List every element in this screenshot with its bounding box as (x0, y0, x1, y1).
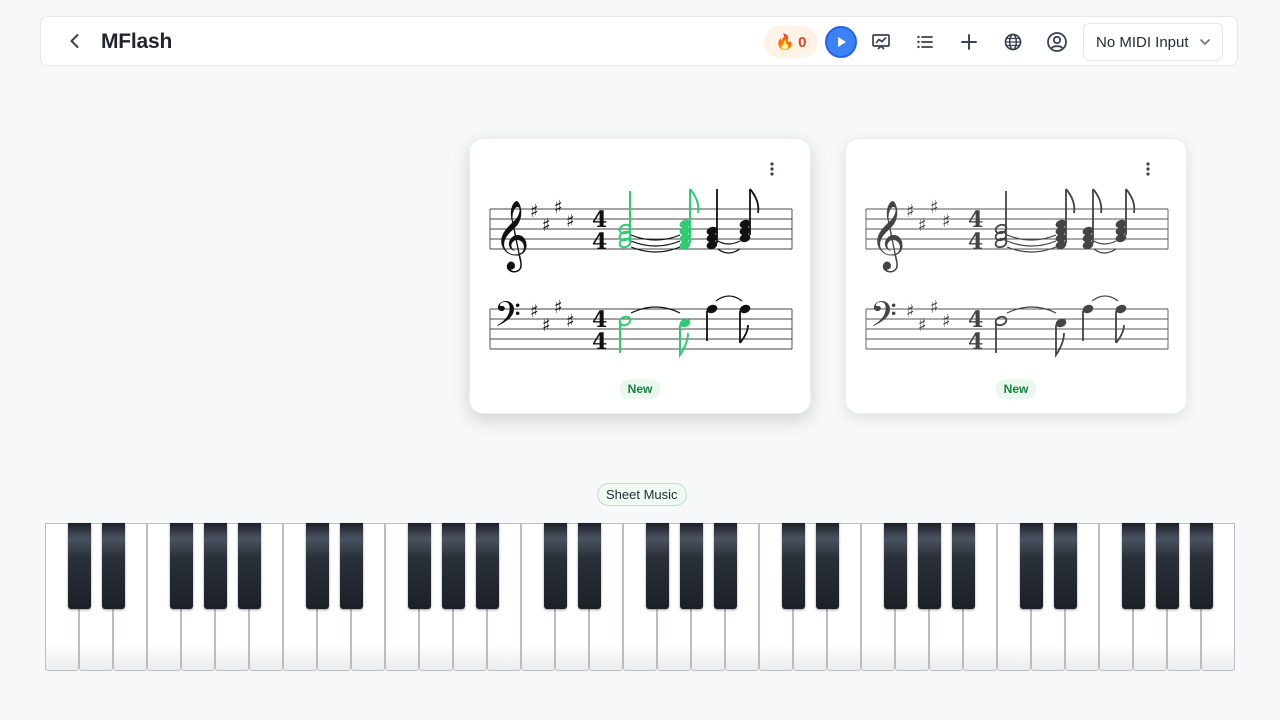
svg-text:♯: ♯ (918, 215, 927, 236)
svg-text:4: 4 (968, 329, 983, 355)
top-bar: MFlash 🔥 0 No MIDI Input (40, 16, 1238, 66)
svg-text:4: 4 (592, 229, 607, 255)
add-button[interactable] (957, 30, 981, 54)
play-icon (838, 37, 846, 47)
svg-text:♯: ♯ (530, 201, 539, 222)
flashcard-next[interactable]: 𝄞 𝄢 ♯ ♯ ♯ ♯ ♯ ♯ ♯ ♯ 44 44 New (845, 138, 1187, 414)
svg-text:♯: ♯ (930, 297, 939, 318)
svg-text:♯: ♯ (566, 311, 575, 332)
svg-text:♯: ♯ (906, 301, 915, 322)
piano-black-key[interactable] (102, 523, 125, 609)
svg-text:♯: ♯ (542, 215, 551, 236)
streak-count: 0 (798, 33, 807, 51)
account-button[interactable] (1045, 30, 1069, 54)
app-title: MFlash (101, 30, 173, 53)
piano-black-key[interactable] (816, 523, 839, 609)
piano-keyboard[interactable] (45, 523, 1235, 672)
piano-black-key[interactable] (884, 523, 907, 609)
piano-black-key[interactable] (204, 523, 227, 609)
list-icon (917, 35, 933, 49)
svg-text:♯: ♯ (554, 197, 563, 218)
sheet-music-score: 𝄞 𝄢 ♯♯♯♯ ♯♯♯♯ 44 44 (489, 188, 793, 359)
midi-input-select[interactable]: No MIDI Input (1083, 23, 1223, 61)
back-button[interactable] (63, 29, 87, 53)
piano-black-key[interactable] (238, 523, 261, 609)
svg-text:♯: ♯ (942, 211, 951, 232)
more-vertical-icon (1146, 162, 1150, 176)
midi-input-label: No MIDI Input (1096, 33, 1189, 51)
svg-text:♯: ♯ (554, 297, 563, 318)
card-status-badge: New (619, 379, 661, 399)
treble-clef-icon: 𝄞 (494, 200, 529, 272)
play-button[interactable] (825, 26, 857, 58)
more-vertical-icon (770, 162, 774, 176)
piano-black-key[interactable] (680, 523, 703, 609)
chart-button[interactable] (869, 30, 893, 54)
card-status-badge: New (995, 379, 1037, 399)
piano-black-key[interactable] (918, 523, 941, 609)
chevron-left-icon (70, 34, 79, 48)
piano-black-key[interactable] (952, 523, 975, 609)
svg-text:♯: ♯ (918, 315, 927, 336)
list-button[interactable] (913, 30, 937, 54)
piano-black-key[interactable] (170, 523, 193, 609)
piano-black-key[interactable] (340, 523, 363, 609)
svg-text:4: 4 (968, 229, 983, 255)
chevron-down-icon (1200, 39, 1210, 45)
svg-text:4: 4 (592, 329, 607, 355)
bass-clef-icon: 𝄢 (870, 294, 897, 343)
user-icon (1047, 32, 1067, 52)
globe-icon (1004, 33, 1022, 51)
piano-black-key[interactable] (306, 523, 329, 609)
flame-icon: 🔥 (775, 33, 795, 51)
sheet-music-badge[interactable]: Sheet Music (597, 483, 687, 506)
language-button[interactable] (1001, 30, 1025, 54)
piano-black-key[interactable] (714, 523, 737, 609)
plus-icon (961, 34, 977, 50)
streak-badge[interactable]: 🔥 0 (764, 26, 818, 58)
svg-text:♯: ♯ (542, 315, 551, 336)
treble-clef-icon: 𝄞 (870, 200, 905, 272)
bass-clef-icon: 𝄢 (494, 294, 521, 343)
piano-black-key[interactable] (476, 523, 499, 609)
piano-black-key[interactable] (68, 523, 91, 609)
card-menu-button[interactable] (764, 159, 780, 179)
chart-icon (872, 34, 890, 50)
piano-black-key[interactable] (646, 523, 669, 609)
sheet-music-score: 𝄞 𝄢 ♯♯♯♯ ♯♯♯♯ 44 44 (865, 188, 1169, 358)
svg-text:♯: ♯ (566, 211, 575, 232)
piano-black-key[interactable] (1156, 523, 1179, 609)
piano-black-key[interactable] (442, 523, 465, 609)
piano-black-key[interactable] (578, 523, 601, 609)
svg-text:♯: ♯ (906, 201, 915, 222)
svg-text:♯: ♯ (930, 197, 939, 218)
piano-black-key[interactable] (1020, 523, 1043, 609)
piano-black-key[interactable] (544, 523, 567, 609)
flashcard-current[interactable]: 𝄞 𝄢 ♯ ♯ ♯ ♯ ♯ ♯ ♯ ♯ 44 44 New (469, 138, 811, 414)
card-menu-button[interactable] (1140, 159, 1156, 179)
piano-black-key[interactable] (1054, 523, 1077, 609)
svg-text:♯: ♯ (942, 311, 951, 332)
piano-black-key[interactable] (782, 523, 805, 609)
piano-black-key[interactable] (1122, 523, 1145, 609)
piano-black-key[interactable] (1190, 523, 1213, 609)
piano-black-key[interactable] (408, 523, 431, 609)
svg-text:♯: ♯ (530, 301, 539, 322)
